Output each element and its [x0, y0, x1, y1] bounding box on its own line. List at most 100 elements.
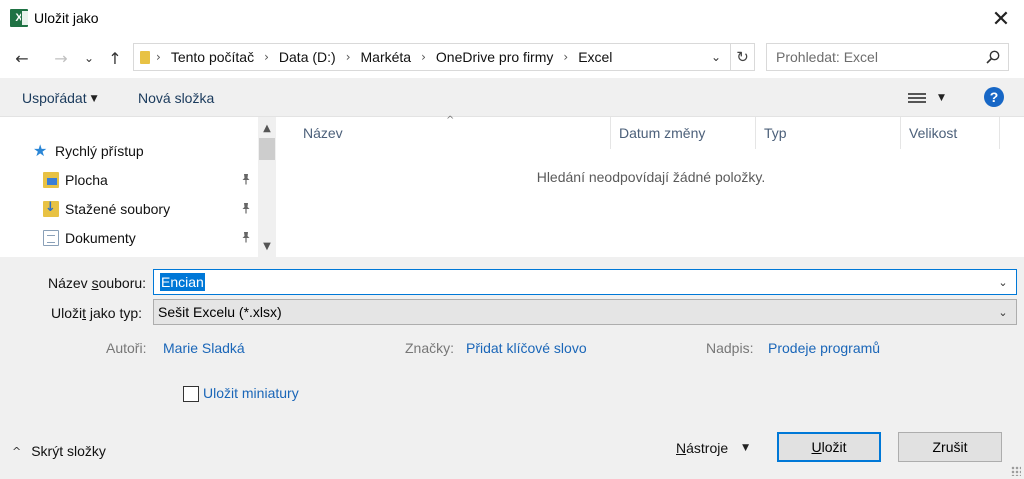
back-button[interactable]: ←: [10, 46, 34, 70]
window-title: Uložit jako: [34, 10, 99, 26]
help-icon: ?: [989, 89, 999, 105]
chevron-down-icon: ⌄: [998, 275, 1008, 289]
up-arrow-icon: ↑: [108, 48, 122, 68]
breadcrumb-item-this-pc[interactable]: Tento počítač: [171, 49, 254, 65]
column-divider[interactable]: [610, 117, 611, 149]
pin-icon[interactable]: [240, 202, 252, 217]
save-thumbnail-label[interactable]: Uložit miniatury: [203, 385, 299, 401]
pin-icon[interactable]: [240, 173, 252, 188]
column-header-type[interactable]: Typ: [764, 117, 894, 149]
change-view-button[interactable]: ▼: [908, 89, 952, 107]
save-button[interactable]: Uložit: [777, 432, 881, 462]
nav-item-label: Plocha: [65, 172, 108, 188]
excel-icon: X: [10, 9, 28, 27]
nav-item-downloads[interactable]: Stažené soubory: [43, 196, 258, 222]
filename-input[interactable]: Encian: [160, 273, 205, 291]
pin-icon[interactable]: [240, 231, 252, 246]
nav-item-desktop[interactable]: Plocha: [43, 167, 258, 193]
search-input[interactable]: [767, 44, 979, 70]
empty-results-message: Hledání neodpovídají žádné položky.: [536, 169, 766, 185]
navigation-pane: ★ Rychlý přístup Plocha Stažené soubory …: [0, 117, 278, 257]
close-icon: ✕: [991, 6, 1011, 32]
breadcrumb-item-data-d[interactable]: Data (D:): [279, 49, 336, 65]
hide-folders-label: Skrýt složky: [31, 443, 106, 459]
column-divider[interactable]: [900, 117, 901, 149]
navigation-bar: ← → ⌄ ↑ › Tento počítač › Data (D:) › Ma…: [0, 38, 1024, 78]
file-list-pane: ^ Název Datum změny Typ Velikost Hledání…: [278, 115, 1024, 257]
save-thumbnail-checkbox[interactable]: [183, 386, 199, 402]
nav-item-label: Stažené soubory: [65, 201, 171, 217]
chevron-right-icon[interactable]: ›: [346, 50, 351, 64]
forward-arrow-icon: →: [54, 48, 68, 68]
title-label: Nadpis:: [706, 340, 754, 356]
chevron-right-icon[interactable]: ›: [421, 50, 426, 64]
organize-button[interactable]: Uspořádat ▼: [22, 90, 98, 106]
hide-folders-button[interactable]: ^ Skrýt složky: [12, 443, 106, 459]
up-button[interactable]: ↑: [103, 46, 127, 70]
caret-down-icon: ▼: [742, 443, 750, 453]
breadcrumb: › Tento počítač › Data (D:) › Markéta › …: [156, 49, 612, 65]
refresh-button[interactable]: ↻: [730, 44, 754, 70]
address-dropdown-button[interactable]: ⌄: [704, 44, 728, 70]
desktop-folder-icon: [43, 172, 59, 188]
scroll-down-arrow-icon[interactable]: ▼: [258, 237, 276, 255]
authors-value[interactable]: Marie Sladká: [163, 340, 245, 356]
resize-grip[interactable]: [1011, 466, 1021, 476]
chevron-down-icon: ⌄: [83, 51, 95, 65]
tags-value[interactable]: Přidat klíčové slovo: [466, 340, 587, 356]
caret-down-icon: ▼: [90, 94, 98, 104]
tools-button[interactable]: Nástroje ▼: [676, 440, 749, 456]
address-bar[interactable]: › Tento počítač › Data (D:) › Markéta › …: [133, 43, 755, 71]
nav-item-documents[interactable]: Dokumenty: [43, 225, 258, 251]
recent-locations-button[interactable]: ⌄: [79, 46, 99, 70]
filename-dropdown-button[interactable]: ⌄: [994, 270, 1012, 294]
documents-icon: [43, 230, 59, 246]
caret-down-icon: ▼: [938, 93, 945, 103]
nav-item-label: Rychlý přístup: [55, 143, 144, 159]
chevron-down-icon: ⌄: [710, 50, 722, 64]
save-options-panel: Název souboru: Encian ⌄ Uložit jako typ:…: [0, 257, 1024, 479]
details-view-icon: [908, 92, 926, 105]
authors-label: Autoři:: [106, 340, 147, 356]
nav-item-label: Dokumenty: [65, 230, 136, 246]
breadcrumb-item-excel[interactable]: Excel: [578, 49, 612, 65]
column-header-date-modified[interactable]: Datum změny: [619, 117, 749, 149]
save-as-type-label: Uložit jako typ:: [51, 305, 143, 321]
organize-label: Uspořádat: [22, 90, 87, 106]
tags-label: Značky:: [405, 340, 455, 356]
column-header-name[interactable]: Název: [303, 117, 603, 149]
help-button[interactable]: ?: [984, 87, 1004, 107]
column-divider[interactable]: [755, 117, 756, 149]
cancel-button[interactable]: Zrušit: [898, 432, 1002, 462]
title-value[interactable]: Prodeje programů: [768, 340, 880, 356]
save-as-type-select[interactable]: Sešit Excelu (*.xlsx) ⌄: [153, 299, 1017, 325]
column-divider[interactable]: [999, 117, 1000, 149]
downloads-folder-icon: [43, 200, 59, 217]
search-icon[interactable]: [984, 48, 1002, 66]
type-dropdown-button[interactable]: ⌄: [994, 300, 1012, 324]
navigation-pane-scrollbar[interactable]: ▲ ▼: [258, 117, 276, 257]
title-bar: X Uložit jako ✕: [0, 0, 1024, 38]
breadcrumb-item-onedrive[interactable]: OneDrive pro firmy: [436, 49, 553, 65]
scroll-up-arrow-icon[interactable]: ▲: [258, 119, 276, 137]
filename-field[interactable]: Encian ⌄: [153, 269, 1017, 295]
breadcrumb-item-marketa[interactable]: Markéta: [361, 49, 412, 65]
scrollbar-thumb[interactable]: [259, 138, 275, 160]
chevron-right-icon[interactable]: ›: [563, 50, 568, 64]
tools-label: Nástroje: [676, 440, 729, 456]
chevron-right-icon[interactable]: ›: [156, 50, 161, 64]
back-arrow-icon: ←: [15, 48, 29, 68]
nav-item-quick-access[interactable]: ★ Rychlý přístup: [33, 138, 144, 164]
filename-label: Název souboru:: [48, 275, 147, 291]
forward-button[interactable]: →: [49, 46, 73, 70]
chevron-right-icon[interactable]: ›: [264, 50, 269, 64]
column-header-size[interactable]: Velikost: [909, 117, 999, 149]
search-box: [766, 43, 1009, 71]
refresh-icon: ↻: [736, 48, 749, 66]
chevron-down-icon: ⌄: [998, 305, 1008, 319]
close-button[interactable]: ✕: [978, 0, 1024, 38]
new-folder-button[interactable]: Nová složka: [138, 90, 214, 106]
chevron-up-icon: ^: [12, 444, 22, 458]
save-label: Uložit: [811, 439, 847, 455]
star-icon: ★: [33, 141, 48, 160]
